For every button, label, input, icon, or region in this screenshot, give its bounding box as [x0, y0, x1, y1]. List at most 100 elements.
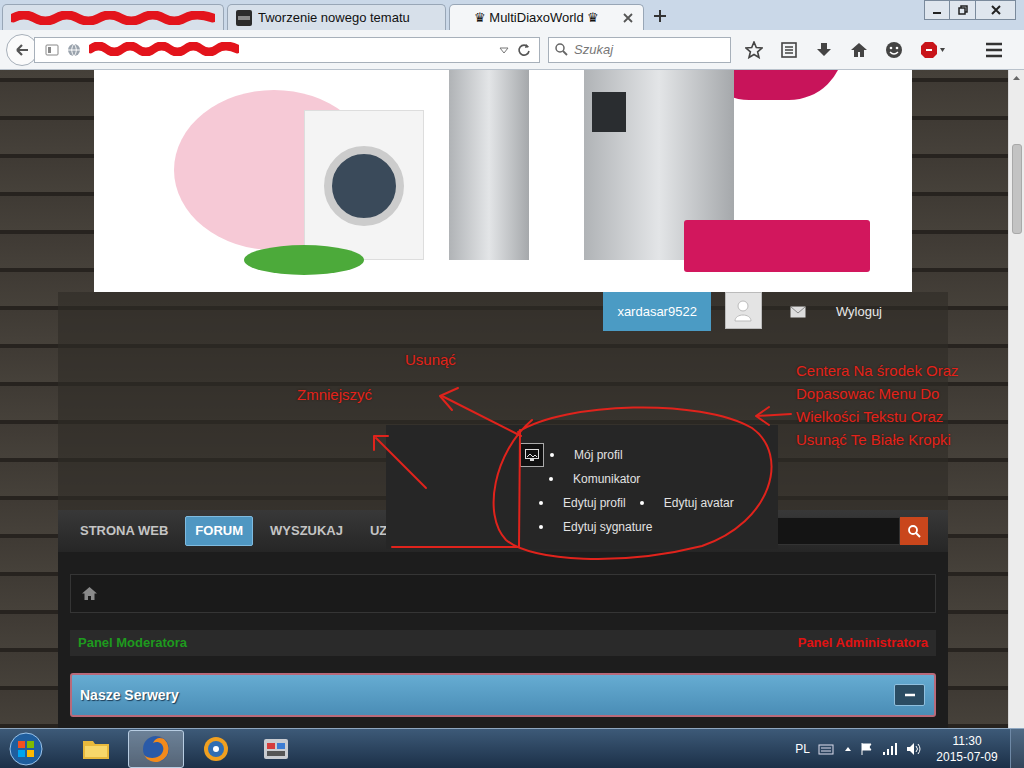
tab-label: Tworzenie nowego tematu [258, 8, 437, 28]
screen: Tworzenie nowego tematu ♛ MultiDiaxoWorld… [0, 0, 1024, 768]
user-menu-label[interactable]: Mój profil [574, 446, 623, 464]
reload-icon[interactable] [517, 43, 531, 57]
user-menu-row: Edytuj profil Edytuj avatar [520, 491, 770, 515]
nav-item[interactable]: STRONA WEB [70, 516, 178, 546]
user-menu-row: Komunikator [520, 467, 770, 491]
profile-image-icon [520, 443, 544, 467]
user-menu-row: Edytuj sygnature [520, 515, 770, 539]
smiley-icon[interactable] [885, 41, 903, 59]
browser-tab[interactable] [2, 4, 224, 30]
tab-strip: Tworzenie nowego tematu ♛ MultiDiaxoWorld… [0, 4, 644, 30]
restore-icon[interactable] [950, 0, 976, 20]
bullet-dot [550, 453, 554, 457]
close-window-icon[interactable] [976, 0, 1016, 20]
bullet-dot [539, 501, 543, 505]
clock-date[interactable]: 2015-07-09 [936, 749, 997, 765]
browser-tab[interactable]: Tworzenie nowego tematu [227, 4, 446, 30]
language-indicator[interactable]: PL [795, 740, 810, 758]
globe-icon [67, 43, 81, 57]
user-menu-label[interactable]: Edytuj sygnature [563, 518, 652, 536]
avatar-icon[interactable] [725, 292, 762, 329]
user-menu-label[interactable]: Edytuj profil [563, 494, 626, 512]
volume-icon[interactable] [906, 742, 922, 756]
bullet-dot [549, 477, 553, 481]
forum-body: Panel Moderatora Panel Administratora Nas… [58, 552, 948, 728]
search-field[interactable] [548, 37, 731, 63]
tab-bar: Tworzenie nowego tematu ♛ MultiDiaxoWorld… [0, 0, 1024, 30]
media-icon [201, 734, 231, 764]
firefox-icon [141, 734, 171, 764]
bookmarks-list-icon[interactable] [780, 41, 798, 59]
admin-panel-link[interactable]: Panel Administratora [798, 633, 928, 653]
moderator-panel-link[interactable]: Panel Moderatora [78, 633, 187, 653]
home-icon[interactable] [850, 41, 868, 59]
logout-label[interactable]: Wyloguj [836, 302, 882, 322]
nav-label[interactable]: FORUM [195, 521, 243, 541]
ad-washing-machine [304, 110, 424, 260]
adblock-icon[interactable] [920, 41, 946, 59]
start-icon[interactable] [6, 731, 46, 767]
download-icon[interactable] [815, 41, 833, 59]
taskbar-button[interactable] [188, 730, 244, 768]
user-menu-item[interactable]: Edytuj profil [539, 494, 626, 512]
bookmark-star-icon[interactable] [745, 41, 763, 59]
bullet-dot [640, 501, 644, 505]
taskbar-button[interactable] [248, 730, 304, 768]
nav-label[interactable]: WYSZUKAJ [270, 521, 343, 541]
user-menu-list: Mój profilKomunikatorEdytuj profilEdytuj… [520, 443, 770, 539]
menu-icon[interactable] [985, 42, 1003, 58]
username[interactable]: xardasar9522 [617, 302, 697, 322]
folder-icon [81, 736, 111, 762]
logout-link[interactable]: Wyloguj [836, 292, 882, 331]
keyboard-icon[interactable] [818, 743, 834, 755]
user-menu-label[interactable]: Edytuj avatar [664, 494, 734, 512]
address-text-area [89, 42, 491, 58]
search-input[interactable] [574, 40, 724, 60]
bullet-dot [539, 525, 543, 529]
toolbar-icons [745, 41, 1003, 59]
ad-banner[interactable] [94, 70, 912, 292]
annotation-text: Zmniejszyć [297, 384, 372, 407]
tray-arrow-icon[interactable] [844, 744, 852, 754]
minimize-icon[interactable] [924, 0, 950, 20]
collapse-icon[interactable] [894, 684, 925, 706]
scroll-up-icon[interactable] [1012, 70, 1021, 86]
search-button-icon[interactable] [900, 517, 928, 545]
clock-time[interactable]: 11:30 [952, 733, 981, 749]
nav-item[interactable]: WYSZUKAJ [260, 516, 353, 546]
tab-label: ♛ MultiDiaxoWorld ♛ [458, 8, 615, 28]
username-box[interactable]: xardasar9522 [603, 292, 711, 331]
scrollbar[interactable] [1008, 70, 1024, 728]
new-tab-icon[interactable] [652, 8, 668, 24]
clock[interactable]: 11:302015-07-09 [934, 733, 1000, 765]
user-menu-item[interactable]: Komunikator [549, 470, 640, 488]
user-menu-label[interactable]: Komunikator [573, 470, 640, 488]
dropdown-icon[interactable] [499, 45, 509, 55]
category-title[interactable]: Nasze Serwery [80, 685, 179, 706]
close-tab-icon[interactable] [621, 11, 635, 25]
user-menu-item[interactable]: Mój profil [550, 446, 623, 464]
ad-button[interactable] [684, 220, 870, 272]
taskbar-button[interactable] [68, 730, 124, 768]
nav-label[interactable]: STRONA WEB [80, 521, 168, 541]
favicon-icon [236, 10, 252, 26]
scrollbar-thumb[interactable] [1012, 144, 1022, 234]
envelope-icon[interactable] [790, 292, 806, 331]
user-menu-item[interactable]: Edytuj avatar [640, 494, 734, 512]
redaction-scribble [89, 42, 239, 56]
taskbar-button[interactable] [128, 730, 184, 768]
system-tray: PL 11:302015-07-09 [795, 729, 1024, 768]
user-menu-item[interactable]: Edytuj sygnature [539, 518, 652, 536]
flag-icon[interactable] [860, 742, 874, 756]
home-icon[interactable] [82, 587, 97, 600]
nav-items: STRONA WEBFORUMWYSZUKAJUZYT [70, 516, 414, 546]
navigation-bar [0, 30, 1024, 70]
address-field[interactable] [34, 37, 540, 63]
browser-tab[interactable]: ♛ MultiDiaxoWorld ♛ [449, 4, 644, 30]
network-icon[interactable] [882, 742, 898, 756]
user-menu: Mój profilKomunikatorEdytuj profilEdytuj… [386, 425, 778, 549]
nav-item[interactable]: FORUM [185, 516, 253, 546]
category-header: Nasze Serwery [70, 673, 936, 717]
show-desktop-button[interactable] [1010, 729, 1024, 768]
user-menu-row: Mój profil [520, 443, 770, 467]
